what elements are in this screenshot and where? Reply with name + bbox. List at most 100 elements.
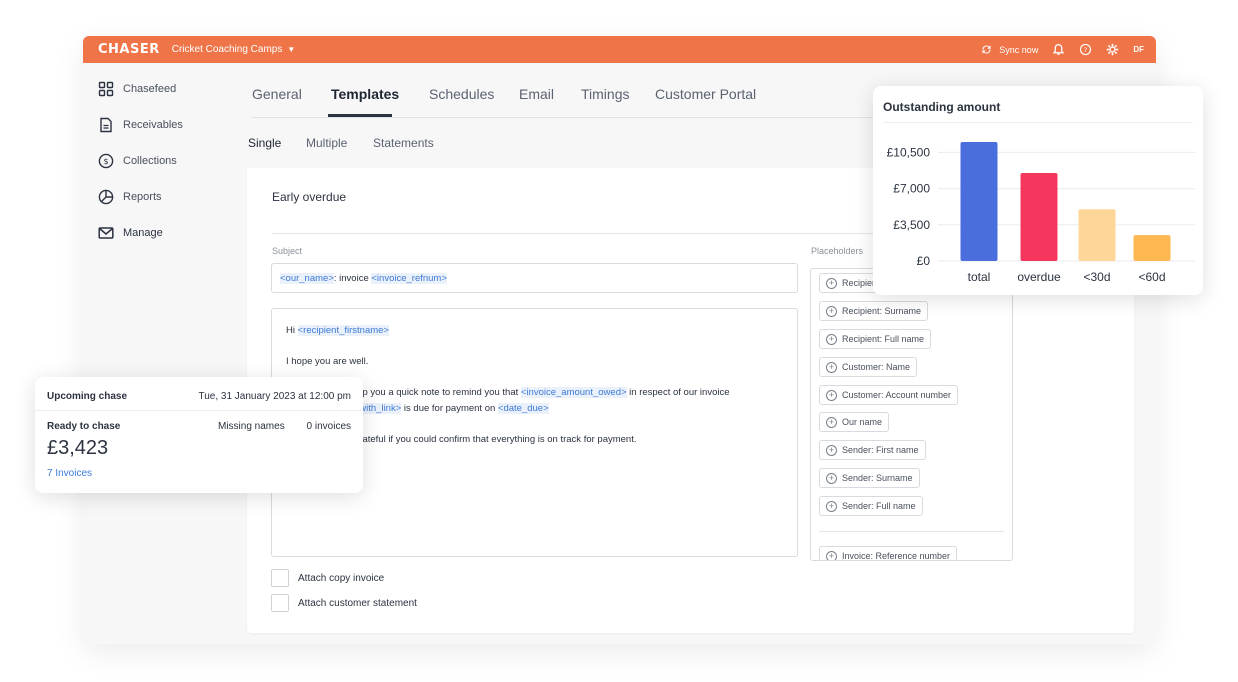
ready-amount: £3,423 <box>47 437 109 459</box>
ready-to-chase-label: Ready to chase <box>47 421 121 432</box>
dollar-circle-icon: $ <box>98 153 114 169</box>
body-greeting: Hi <recipient_firstname> <box>286 325 389 336</box>
attach-statement-option[interactable]: Attach customer statement <box>271 594 417 612</box>
tab-general[interactable]: General <box>252 86 302 102</box>
subject-text: : invoice <box>333 273 372 284</box>
divider <box>819 531 1004 532</box>
gear-icon[interactable] <box>1106 43 1119 56</box>
attach-invoice-checkbox[interactable] <box>271 569 289 587</box>
org-switcher[interactable]: Cricket Coaching Camps ▼ <box>172 44 296 55</box>
plus-circle-icon: + <box>826 389 837 401</box>
chip-label: Our name <box>842 417 883 427</box>
tab-customer-portal[interactable]: Customer Portal <box>655 86 756 102</box>
sync-now-button[interactable]: Sync now <box>980 43 1038 56</box>
body-line: grateful if you could confirm that every… <box>354 434 637 445</box>
tab-templates[interactable]: Templates <box>331 86 399 102</box>
sidebar-item-label: Reports <box>123 191 162 203</box>
svg-text:?: ? <box>1084 46 1087 54</box>
divider <box>35 410 363 411</box>
svg-text:$: $ <box>103 157 108 166</box>
attach-invoice-option[interactable]: Attach copy invoice <box>271 569 384 587</box>
plus-circle-icon: + <box>826 550 837 560</box>
upcoming-chase-title: Upcoming chase <box>47 391 128 402</box>
body-line: rop you a quick note to remind you that … <box>354 387 730 398</box>
sidebar-item-receivables[interactable]: Receivables <box>98 117 183 133</box>
placeholder-token: <recipient_firstname> <box>297 325 389 336</box>
placeholder-chip[interactable]: + Sender: First name <box>819 440 926 460</box>
chip-label: Sender: Surname <box>842 473 913 483</box>
sync-icon <box>982 45 991 54</box>
settings-tabs: General Templates Schedules Email Timing… <box>252 84 892 118</box>
placeholder-token: <invoice_refnum> <box>371 273 447 284</box>
checkbox-label: Attach customer statement <box>298 597 417 609</box>
placeholder-chip[interactable]: + Sender: Full name <box>819 496 923 516</box>
subtab-single[interactable]: Single <box>248 136 281 150</box>
placeholder-chip[interactable]: + Invoice: Reference number <box>819 546 958 560</box>
tab-schedules[interactable]: Schedules <box>429 86 494 102</box>
missing-names-value: 0 invoices <box>306 421 351 432</box>
greeting-text: Hi <box>286 325 298 336</box>
placeholders-label: Placeholders <box>811 246 864 256</box>
chevron-down-icon: ▼ <box>287 45 296 54</box>
chip-label: Sender: First name <box>842 445 919 455</box>
plus-circle-icon: + <box>826 305 837 317</box>
tab-email[interactable]: Email <box>519 86 554 102</box>
plus-circle-icon: + <box>826 472 837 484</box>
bar <box>1078 209 1116 261</box>
chip-label: Recipient: Surname <box>842 306 922 316</box>
checkbox-label: Attach copy invoice <box>298 572 385 584</box>
help-icon[interactable]: ? <box>1079 43 1092 56</box>
placeholder-chip[interactable]: + Customer: Name <box>819 357 918 377</box>
plus-circle-icon: + <box>826 333 837 345</box>
subject-input[interactable]: <our_name>: invoice <invoice_refnum> <box>271 263 798 293</box>
placeholder-chip[interactable]: + Recipient: Surname <box>819 301 929 321</box>
attach-statement-checkbox[interactable] <box>271 594 289 612</box>
grid-icon <box>98 81 114 97</box>
subject-label: Subject <box>272 246 303 256</box>
brand-logo[interactable]: CHASER <box>98 42 160 57</box>
upcoming-chase-card: Upcoming chase Tue, 31 January 2023 at 1… <box>35 377 363 493</box>
placeholder-chip[interactable]: + Sender: Surname <box>819 468 920 488</box>
body-line: I hope you are well. <box>286 356 369 367</box>
pie-chart-icon <box>98 189 114 205</box>
tab-timings[interactable]: Timings <box>581 86 630 102</box>
placeholder-chip[interactable]: + Recipient: Full name <box>819 329 932 349</box>
sidebar-item-reports[interactable]: Reports <box>98 189 162 205</box>
missing-names-label: Missing names <box>218 421 285 432</box>
sidebar-item-label: Collections <box>123 155 177 167</box>
placeholder-chip[interactable]: + Customer: Account number <box>819 385 959 405</box>
x-tick-label: overdue <box>1017 270 1061 284</box>
bell-icon[interactable] <box>1052 43 1065 56</box>
subtab-multiple[interactable]: Multiple <box>306 136 347 150</box>
placeholders-panel: + Recipient + Recipient: Surname + Recipien… <box>810 268 1013 561</box>
y-tick-label: £0 <box>917 254 931 268</box>
avatar[interactable]: DF <box>1133 45 1144 54</box>
sidebar-item-label: Chasefeed <box>123 83 177 95</box>
y-tick-label: £7,000 <box>893 182 930 196</box>
chip-label: Customer: Account number <box>842 390 952 400</box>
y-tick-label: £3,500 <box>893 218 930 232</box>
placeholder-token: <our_name> <box>280 273 334 284</box>
x-tick-label: <30d <box>1083 270 1110 284</box>
plus-circle-icon: + <box>826 361 837 373</box>
placeholder-token: <invoice_amount_owed> <box>520 387 627 398</box>
bar <box>1133 235 1171 261</box>
plus-circle-icon: + <box>826 277 837 289</box>
sidebar-item-manage[interactable]: Manage <box>98 225 163 241</box>
chip-label: Recipient: Full name <box>842 334 925 344</box>
upcoming-chase-date: Tue, 31 January 2023 at 12:00 pm <box>198 391 351 402</box>
bar-chart: £10,500 £7,000 £3,500 £0 total overdue <30d <60… <box>887 142 1195 284</box>
body-text: is due for payment on <box>401 403 498 414</box>
template-name: Early overdue <box>272 190 347 204</box>
sidebar-item-collections[interactable]: $ Collections <box>98 153 177 169</box>
body-text: in respect of our invoice <box>626 387 730 398</box>
sidebar: Chasefeed Receivables $ Collections Repo… <box>83 63 243 644</box>
invoices-link[interactable]: 7 Invoices <box>47 468 92 479</box>
plus-circle-icon: + <box>826 500 837 512</box>
active-tab-indicator <box>328 114 392 117</box>
sidebar-item-chasefeed[interactable]: Chasefeed <box>98 81 176 97</box>
document-icon <box>100 117 112 133</box>
subtab-statements[interactable]: Statements <box>373 136 434 150</box>
plus-circle-icon: + <box>826 444 837 456</box>
placeholder-chip[interactable]: + Our name <box>819 412 890 432</box>
